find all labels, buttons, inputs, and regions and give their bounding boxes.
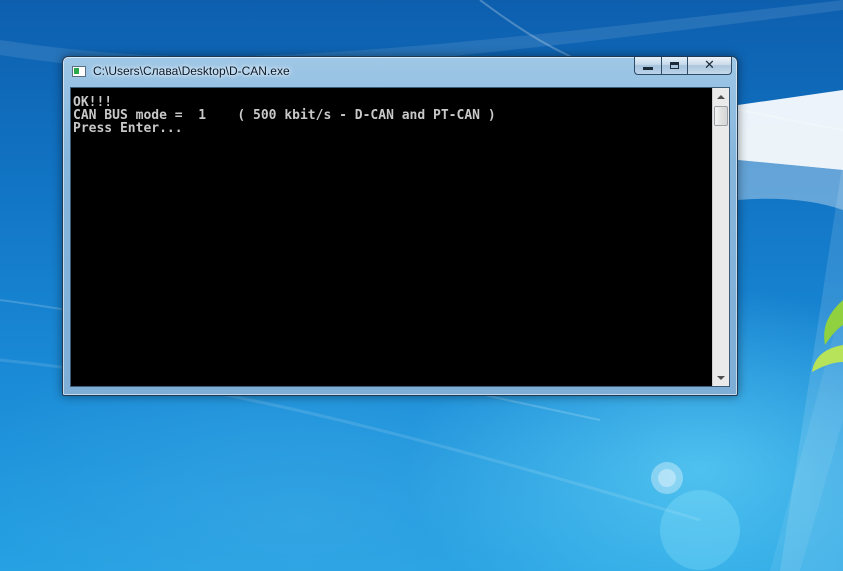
arrow-up-icon: [717, 94, 725, 99]
console-line-press-enter: Press Enter...: [73, 121, 183, 136]
minimize-button[interactable]: [634, 57, 661, 75]
scroll-down-button[interactable]: [713, 369, 729, 386]
console-window-icon[interactable]: [72, 66, 86, 77]
arrow-down-icon: [717, 375, 725, 380]
minimize-icon: [643, 67, 653, 70]
window-title: C:\Users\Слава\Desktop\D-CAN.exe: [93, 64, 290, 78]
title-bar[interactable]: C:\Users\Слава\Desktop\D-CAN.exe ✕: [63, 57, 737, 87]
scroll-up-button[interactable]: [713, 88, 729, 105]
maximize-icon: [670, 62, 679, 69]
caption-buttons: ✕: [634, 57, 732, 76]
console-output-area[interactable]: OK!!! CAN BUS mode = 1 ( 500 kbit/s - D-C…: [70, 87, 730, 387]
maximize-button[interactable]: [661, 57, 687, 75]
scroll-thumb[interactable]: [714, 106, 728, 126]
console-window[interactable]: C:\Users\Слава\Desktop\D-CAN.exe ✕ OK!!!…: [62, 56, 738, 396]
close-button[interactable]: ✕: [687, 57, 732, 75]
close-icon: ✕: [704, 58, 715, 73]
vertical-scrollbar[interactable]: [712, 88, 729, 386]
console-text: OK!!! CAN BUS mode = 1 ( 500 kbit/s - D-C…: [73, 96, 496, 135]
